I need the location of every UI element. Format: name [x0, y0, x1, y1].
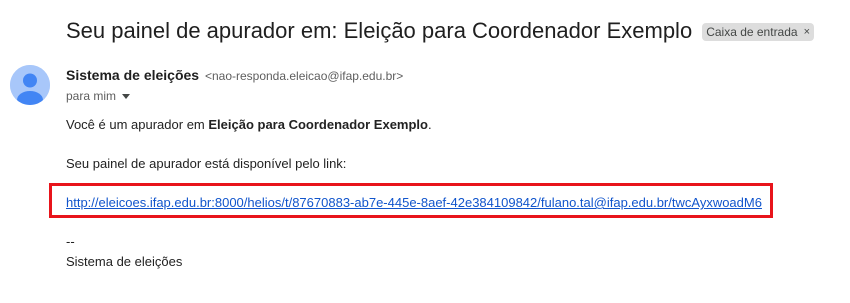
sender-name[interactable]: Sistema de eleições [66, 67, 199, 83]
label-chip-text: Caixa de entrada [706, 25, 798, 39]
label-chip-inbox[interactable]: Caixa de entrada × [702, 23, 815, 41]
recipient-row: para mim [66, 89, 131, 103]
sender-email: <nao-responda.eleicao@ifap.edu.br> [204, 69, 404, 83]
body-intro-prefix: Você é um apurador em [66, 117, 209, 132]
show-details-icon[interactable] [122, 93, 131, 99]
person-icon [10, 65, 50, 105]
signature-separator: -- [66, 234, 75, 249]
body-intro-suffix: . [427, 117, 432, 132]
sender-avatar[interactable] [10, 65, 50, 105]
email-subject: Seu painel de apurador em: Eleição para … [66, 18, 693, 43]
election-name: Eleição para Coordenador Exemplo [208, 117, 428, 132]
body-line-panel: Seu painel de apurador está disponível p… [66, 156, 347, 171]
remove-label-icon[interactable]: × [804, 26, 810, 38]
recipient-text: para mim [66, 89, 117, 103]
sender-row: Sistema de eleições <nao-responda.eleica… [66, 67, 403, 83]
panel-link[interactable]: http://eleicoes.ifap.edu.br:8000/helios/… [66, 195, 762, 210]
body-line-intro: Você é um apurador em Eleição para Coord… [66, 117, 432, 132]
email-subject-row: Seu painel de apurador em: Eleição para … [66, 17, 815, 45]
signature: Sistema de eleições [66, 254, 183, 269]
